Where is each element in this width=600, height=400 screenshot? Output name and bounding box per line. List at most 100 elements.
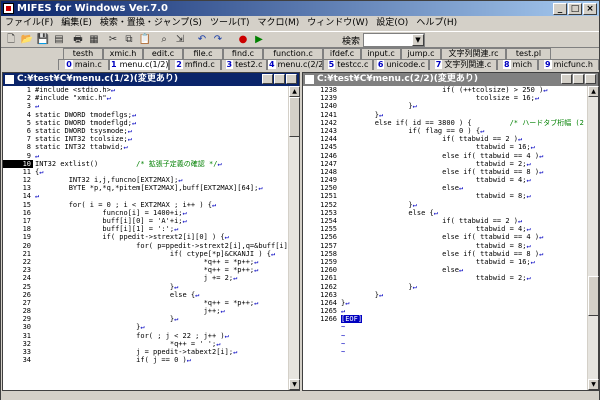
code-line[interactable]: }↵	[341, 111, 586, 119]
close-button[interactable]: ×	[583, 3, 597, 15]
code-line[interactable]: ~	[341, 332, 586, 340]
vertical-scrollbar[interactable]: ▲ ▼	[288, 86, 300, 390]
code-line[interactable]: if( flag == 0 ) {↵	[341, 127, 586, 135]
copy-icon[interactable]: ⧉	[122, 33, 136, 47]
play-macro-icon[interactable]: ▶	[252, 33, 266, 47]
code-line[interactable]: funcno[i] = 1400+i;↵	[35, 209, 287, 217]
menu-item[interactable]: 編集(E)	[57, 16, 96, 31]
file-tab[interactable]: find.c	[223, 48, 263, 59]
scrollbar-thumb[interactable]	[588, 276, 599, 316]
open-document-tab[interactable]: 1 menu.c(1/2)	[109, 59, 169, 70]
code-line[interactable]: ttabwid = 4;↵	[341, 225, 586, 233]
open-document-tab[interactable]: 0 main.c	[58, 59, 109, 70]
pane-minimize-button[interactable]	[561, 74, 572, 84]
code-line[interactable]: *q++ = ' ';↵	[35, 340, 287, 348]
paste-icon[interactable]: 📋	[138, 33, 152, 47]
menu-item[interactable]: ヘルプ(H)	[412, 16, 461, 31]
code-line[interactable]: else {↵	[341, 209, 586, 217]
search-dropdown-button[interactable]: ▼	[412, 34, 424, 46]
file-tab[interactable]: testh	[63, 48, 103, 59]
code-line[interactable]: ↵	[35, 152, 287, 160]
menu-item[interactable]: ファイル(F)	[1, 16, 57, 31]
code-line[interactable]: else if( ttabwid == 8 )↵	[341, 168, 586, 176]
vertical-scrollbar[interactable]: ▲ ▼	[587, 86, 599, 390]
cut-icon[interactable]: ✂	[106, 33, 120, 47]
code-line[interactable]: INT32 i,j,funcno[EXT2MAX];↵	[35, 176, 287, 184]
print-preview-icon[interactable]: ▦	[87, 33, 101, 47]
record-macro-icon[interactable]: ●	[236, 33, 250, 47]
code-line[interactable]: INT32 extlist() /* 拡張子定義の確認 */↵	[35, 160, 287, 168]
code-line[interactable]: *q++ = *p++;↵	[35, 258, 287, 266]
code-line[interactable]: buff[i][1] = ':';↵	[35, 225, 287, 233]
menu-item[interactable]: ツール(T)	[206, 16, 254, 31]
title-bar[interactable]: MIFES for Windows Ver.7.0 _ □ ×	[1, 1, 599, 16]
code-line[interactable]: ~	[341, 348, 586, 356]
code-line[interactable]: j++;↵	[35, 307, 287, 315]
new-file-icon[interactable]: 🗋	[4, 33, 18, 47]
file-tab[interactable]: ifdef.c	[323, 48, 361, 59]
code-line[interactable]: else if( ttabwid == 8 )↵	[341, 250, 586, 258]
code-line[interactable]: #include "xmic.h"↵	[35, 94, 287, 102]
maximize-button[interactable]: □	[568, 3, 582, 15]
menu-item[interactable]: ウィンドウ(W)	[303, 16, 372, 31]
code-line[interactable]: for( p=ppedit->strext2[i],q=&buff[i]	[35, 242, 287, 250]
code-line[interactable]: }↵	[341, 201, 586, 209]
code-line[interactable]: ↵	[35, 192, 287, 200]
code-line[interactable]: else {↵	[35, 291, 287, 299]
code-line[interactable]: j += 2;↵	[35, 274, 287, 282]
code-line[interactable]: ttabwid = 16;↵	[341, 143, 586, 151]
code-line[interactable]: }↵	[341, 283, 586, 291]
code-line[interactable]: BYTE *p,*q,*pitem[EXT2MAX],buff[EXT2MAX]…	[35, 184, 287, 192]
file-tab[interactable]: file.c	[183, 48, 223, 59]
find-next-icon[interactable]: ⇲	[173, 33, 187, 47]
open-document-tab[interactable]: 5 testcc.c	[323, 59, 373, 70]
code-line[interactable]: buff[i][0] = 'A'+i;↵	[35, 217, 287, 225]
pane-maximize-button[interactable]	[573, 74, 584, 84]
code-line[interactable]: if( ttabwid == 2 )↵	[341, 217, 586, 225]
open-document-tab[interactable]: 3 test2.c	[221, 59, 267, 70]
print-icon[interactable]: 🖶	[71, 33, 85, 47]
menu-item[interactable]: 検索・置換・ジャンプ(S)	[96, 16, 206, 31]
file-tab[interactable]: jump.c	[401, 48, 441, 59]
code-line[interactable]: }↵	[341, 102, 586, 110]
open-document-tab[interactable]: 9 micfunc.h	[538, 59, 599, 70]
code-line[interactable]: ~	[341, 323, 586, 331]
right-pane-title-bar[interactable]: C:¥test¥C¥menu.c(2/2)(変更あり)	[303, 73, 598, 86]
open-document-tab[interactable]: 4 menu.c(2/2)	[267, 59, 323, 70]
code-line[interactable]: else↵	[341, 266, 586, 274]
pane-minimize-button[interactable]	[262, 74, 273, 84]
scrollbar-thumb[interactable]	[289, 97, 300, 137]
code-line[interactable]: static DWORD tmodeflgd;↵	[35, 119, 287, 127]
code-line[interactable]: ttabwid = 8;↵	[341, 242, 586, 250]
code-line[interactable]: for( ; j < 22 ; j++ )↵	[35, 332, 287, 340]
file-tab[interactable]: input.c	[361, 48, 401, 59]
code-line[interactable]: tcolsize = 16;↵	[341, 94, 586, 102]
minimize-button[interactable]: _	[553, 3, 567, 15]
code-line[interactable]: *q++ = *p++;↵	[35, 266, 287, 274]
pane-close-button[interactable]	[585, 74, 596, 84]
file-tab[interactable]: xmic.h	[103, 48, 143, 59]
scroll-up-arrow[interactable]: ▲	[289, 86, 300, 97]
file-tab[interactable]: edit.c	[143, 48, 183, 59]
code-line[interactable]: *q++ = *p++;↵	[35, 299, 287, 307]
code-line[interactable]: else↵	[341, 184, 586, 192]
code-line[interactable]: }↵	[341, 299, 586, 307]
open-document-tab[interactable]: 7 文字列関連.c	[429, 59, 497, 70]
code-line[interactable]: static DWORD tmodeflgs;↵	[35, 111, 287, 119]
code-line[interactable]: {↵	[35, 168, 287, 176]
left-editor-pane[interactable]: C:¥test¥C¥menu.c(1/2)(変更あり) 1 2 3 4 5 6 7 8 9 10 1…	[2, 72, 300, 391]
right-editor-pane[interactable]: C:¥test¥C¥menu.c(2/2)(変更あり) 1238 1239 1240…	[302, 72, 599, 391]
code-line[interactable]: ttabwid = 16;↵	[341, 258, 586, 266]
code-line[interactable]: for( i = 0 ; i < EXT2MAX ; i++ ) {↵	[35, 201, 287, 209]
code-line[interactable]: ttabwid = 8;↵	[341, 192, 586, 200]
code-editor-area[interactable]: if( (++tcolsize) > 250 )↵ tcolsize = 16;…	[341, 86, 586, 390]
code-line[interactable]: #include <stdio.h>↵	[35, 86, 287, 94]
open-file-icon[interactable]: 📂	[20, 33, 34, 47]
open-document-tab[interactable]: 6 unicode.c	[373, 59, 429, 70]
file-tab[interactable]: test.pl	[506, 48, 551, 59]
code-line[interactable]: static DWORD tsysmode;↵	[35, 127, 287, 135]
code-editor-area[interactable]: #include <stdio.h>↵ #include "xmic.h"↵ ↵ st…	[35, 86, 287, 390]
pane-close-button[interactable]	[286, 74, 297, 84]
save-icon[interactable]: 💾	[36, 33, 50, 47]
find-icon[interactable]: ⌕	[157, 33, 171, 47]
